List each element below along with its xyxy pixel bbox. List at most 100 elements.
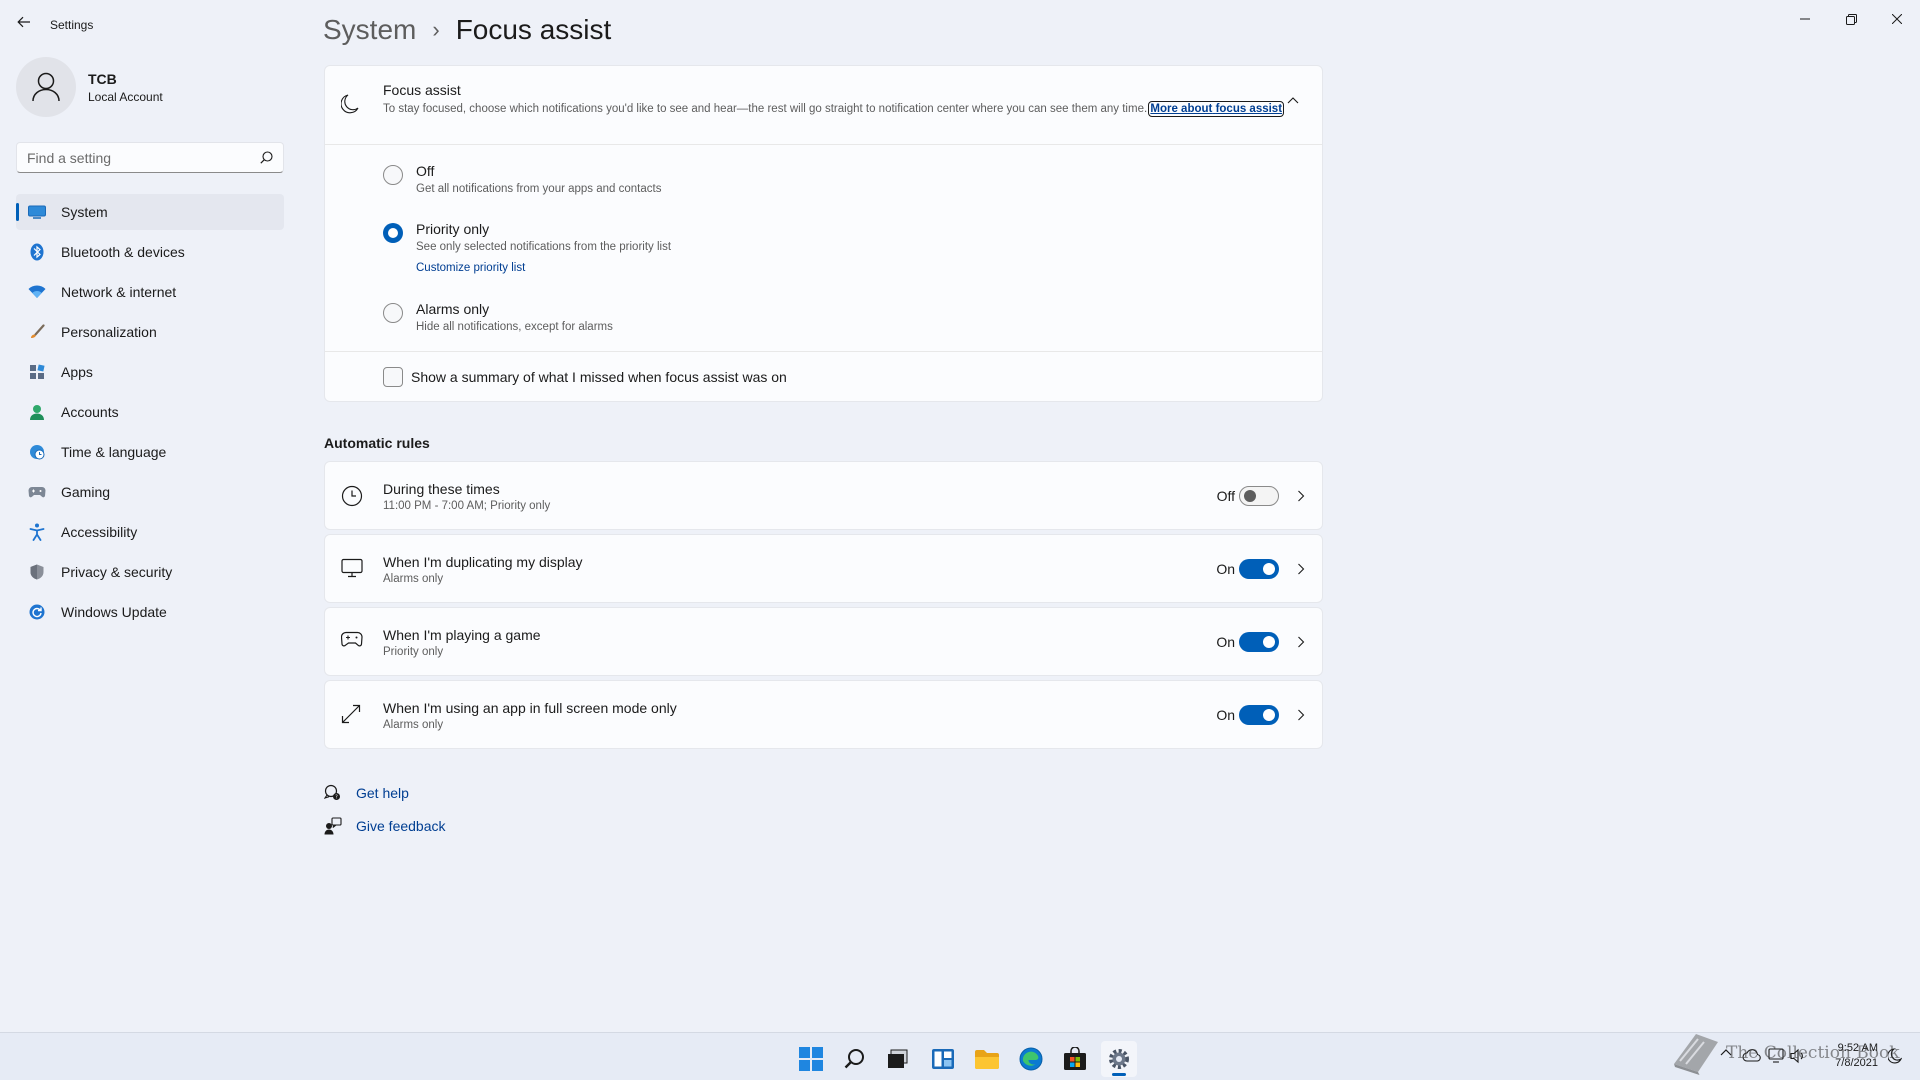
link-text-part2: focus assist bbox=[1215, 103, 1283, 115]
wifi-icon bbox=[28, 283, 46, 301]
rule-toggle[interactable] bbox=[1239, 632, 1279, 652]
breadcrumb: System › Focus assist bbox=[323, 10, 611, 50]
sidebar-item-label: Apps bbox=[61, 364, 93, 380]
sidebar-item-label: Accessibility bbox=[61, 524, 138, 540]
sidebar-item-label: Windows Update bbox=[61, 604, 167, 620]
system-icon bbox=[28, 203, 46, 221]
update-icon bbox=[28, 603, 46, 621]
chevron-right-icon bbox=[1298, 636, 1305, 648]
toggle-knob bbox=[1263, 636, 1275, 648]
breadcrumb-separator-icon: › bbox=[432, 17, 440, 42]
settings-app-button[interactable] bbox=[1101, 1041, 1137, 1077]
give-feedback-link[interactable]: Give feedback bbox=[356, 818, 446, 834]
help-chat-icon: ? bbox=[324, 784, 342, 802]
close-button[interactable] bbox=[1874, 4, 1920, 34]
rule-subtitle: 11:00 PM - 7:00 AM; Priority only bbox=[383, 500, 551, 512]
gamepad-icon bbox=[341, 631, 363, 647]
user-profile[interactable]: TCB Local Account bbox=[16, 57, 163, 117]
toggle-state-label: On bbox=[1216, 707, 1235, 723]
summary-checkbox-label[interactable]: Show a summary of what I missed when foc… bbox=[411, 369, 787, 385]
edge-icon bbox=[1019, 1047, 1043, 1071]
rule-toggle[interactable] bbox=[1239, 559, 1279, 579]
globe-clock-icon bbox=[28, 443, 46, 461]
automatic-rules-heading: Automatic rules bbox=[324, 435, 430, 451]
chevron-right-icon bbox=[1298, 709, 1305, 721]
option-priority-only-description: See only selected notifications from the… bbox=[416, 241, 672, 253]
search-input[interactable]: Find a setting bbox=[27, 150, 260, 166]
start-button[interactable] bbox=[793, 1041, 829, 1077]
focus-assist-card: Focus assist To stay focused, choose whi… bbox=[324, 65, 1323, 402]
sidebar-item-label: Network & internet bbox=[61, 284, 177, 300]
summary-checkbox[interactable] bbox=[383, 367, 403, 387]
rule-playing-game[interactable]: When I'm playing a game Priority only On bbox=[324, 607, 1323, 676]
more-about-focus-assist-link[interactable]: More about focus assist bbox=[1148, 101, 1285, 117]
breadcrumb-system-link[interactable]: System bbox=[323, 14, 416, 46]
task-view-button[interactable] bbox=[880, 1041, 916, 1077]
minimize-icon bbox=[1800, 18, 1810, 20]
rule-title: When I'm using an app in full screen mod… bbox=[383, 700, 677, 716]
title-bar: Settings bbox=[0, 0, 1920, 48]
search-box[interactable]: Find a setting bbox=[16, 142, 284, 173]
sidebar-item-apps[interactable]: Apps bbox=[16, 354, 284, 390]
sidebar-item-accessibility[interactable]: Accessibility bbox=[16, 514, 284, 550]
sidebar-item-time-language[interactable]: Time & language bbox=[16, 434, 284, 470]
person-icon bbox=[32, 72, 60, 102]
sidebar-item-windows-update[interactable]: Windows Update bbox=[16, 594, 284, 630]
gamepad-icon bbox=[28, 483, 46, 501]
give-feedback-row[interactable]: Give feedback bbox=[324, 815, 446, 837]
rule-during-these-times[interactable]: During these times 11:00 PM - 7:00 AM; P… bbox=[324, 461, 1323, 530]
start-icon bbox=[799, 1047, 823, 1071]
focus-assist-description-text: To stay focused, choose which notificati… bbox=[383, 103, 1148, 115]
sidebar-item-personalization[interactable]: Personalization bbox=[16, 314, 284, 350]
rule-toggle[interactable] bbox=[1239, 705, 1279, 725]
radio-off[interactable] bbox=[383, 165, 403, 185]
file-explorer-button[interactable] bbox=[969, 1041, 1005, 1077]
option-off-description: Get all notifications from your apps and… bbox=[416, 183, 662, 195]
edge-button[interactable] bbox=[1013, 1041, 1049, 1077]
rule-title: When I'm playing a game bbox=[383, 627, 541, 643]
get-help-link[interactable]: Get help bbox=[356, 785, 409, 801]
monitor-icon bbox=[341, 558, 363, 578]
taskbar-search-button[interactable] bbox=[837, 1041, 873, 1077]
close-icon bbox=[1892, 14, 1902, 24]
option-alarms-only-label: Alarms only bbox=[416, 301, 490, 317]
rule-title: During these times bbox=[383, 481, 500, 497]
focus-assist-title: Focus assist bbox=[383, 82, 461, 98]
sidebar-item-label: Time & language bbox=[61, 444, 167, 460]
rule-duplicating-display[interactable]: When I'm duplicating my display Alarms o… bbox=[324, 534, 1323, 603]
app-title: Settings bbox=[50, 18, 94, 32]
restore-button[interactable] bbox=[1828, 4, 1874, 34]
customize-priority-list-link[interactable]: Customize priority list bbox=[416, 262, 525, 274]
sidebar-nav: System Bluetooth & devices Network & int… bbox=[16, 194, 284, 634]
focus-assist-header[interactable]: Focus assist To stay focused, choose whi… bbox=[325, 66, 1322, 145]
clock-icon bbox=[341, 485, 363, 507]
minimize-button[interactable] bbox=[1782, 4, 1828, 34]
sidebar-item-gaming[interactable]: Gaming bbox=[16, 474, 284, 510]
sidebar-item-system[interactable]: System bbox=[16, 194, 284, 230]
taskbar: 9:52 AM 7/8/2021 bbox=[0, 1032, 1920, 1080]
sidebar-item-label: Bluetooth & devices bbox=[61, 244, 185, 260]
back-button[interactable] bbox=[12, 10, 36, 34]
file-explorer-icon bbox=[975, 1050, 999, 1069]
settings-icon bbox=[1109, 1049, 1129, 1069]
profile-account-type: Local Account bbox=[88, 89, 163, 104]
brush-icon bbox=[28, 323, 46, 341]
rule-toggle[interactable] bbox=[1239, 486, 1279, 506]
toggle-state-label: On bbox=[1216, 561, 1235, 577]
restore-icon bbox=[1845, 13, 1857, 25]
feedback-icon bbox=[324, 817, 342, 835]
radio-priority-only[interactable] bbox=[383, 223, 403, 243]
sidebar-item-bluetooth[interactable]: Bluetooth & devices bbox=[16, 234, 284, 270]
chevron-right-icon bbox=[1298, 563, 1305, 575]
option-priority-only-label: Priority only bbox=[416, 221, 490, 237]
store-button[interactable] bbox=[1057, 1041, 1093, 1077]
shield-icon bbox=[28, 563, 46, 581]
get-help-row[interactable]: ? Get help bbox=[324, 782, 409, 804]
sidebar-item-privacy[interactable]: Privacy & security bbox=[16, 554, 284, 590]
sidebar-item-accounts[interactable]: Accounts bbox=[16, 394, 284, 430]
chevron-up-icon[interactable] bbox=[1287, 96, 1299, 104]
radio-alarms-only[interactable] bbox=[383, 303, 403, 323]
widgets-button[interactable] bbox=[925, 1041, 961, 1077]
rule-full-screen-app[interactable]: When I'm using an app in full screen mod… bbox=[324, 680, 1323, 749]
sidebar-item-network[interactable]: Network & internet bbox=[16, 274, 284, 310]
